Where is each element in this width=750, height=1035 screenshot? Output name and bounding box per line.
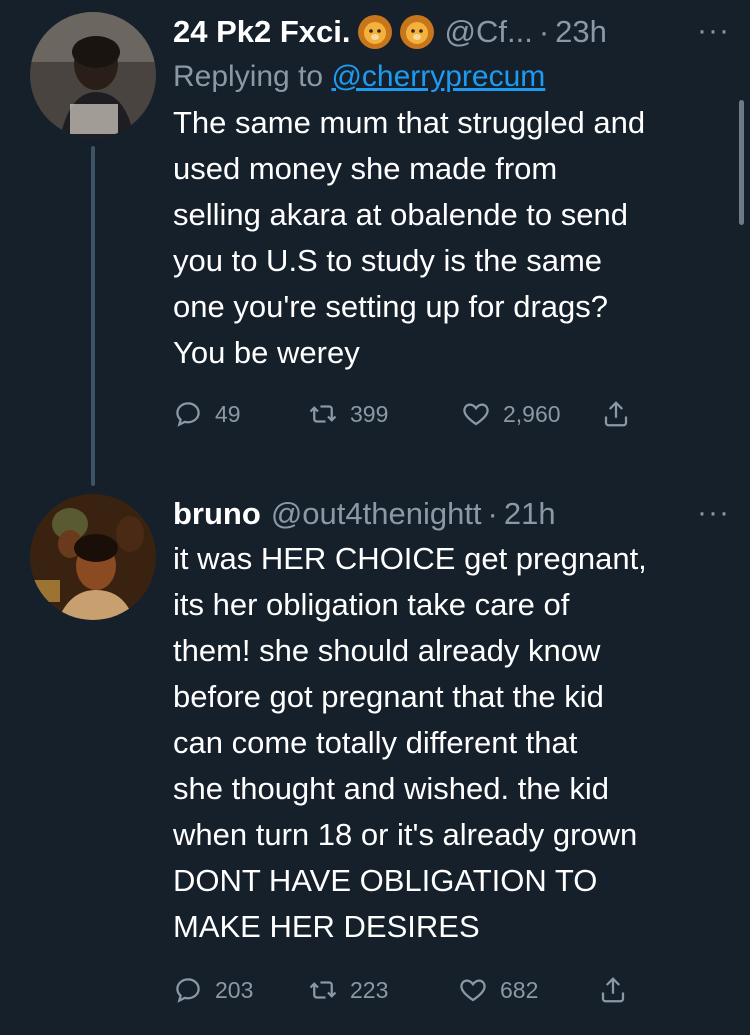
timestamp[interactable]: 23h [555, 14, 607, 50]
heart-icon [463, 403, 489, 426]
handle[interactable]: @out4thenightt [271, 496, 482, 532]
reply-icon [176, 402, 200, 427]
handle[interactable]: @Cf... [445, 14, 533, 50]
share-icon [601, 977, 625, 1003]
display-name[interactable]: 24 Pk2 Fxci. [173, 14, 351, 50]
retweet-icon [309, 405, 337, 423]
separator: · [487, 496, 498, 531]
reply-button[interactable]: 203 [173, 975, 308, 1005]
like-button[interactable]: 682 [458, 975, 598, 1005]
action-bar: 203 223 682 [173, 970, 733, 1010]
retweet-count: 399 [350, 400, 389, 427]
share-button[interactable] [601, 399, 643, 429]
reply-count: 49 [215, 400, 241, 427]
replying-prefix: Replying to [173, 60, 332, 93]
lion-emoji-icon [399, 15, 434, 49]
more-options-button[interactable]: ··· [697, 14, 730, 48]
lion-emoji-icon [357, 15, 392, 49]
retweet-button[interactable]: 223 [308, 975, 458, 1005]
retweet-count: 223 [350, 976, 389, 1003]
tweet-text: it was HER CHOICE get pregnant, its her … [173, 541, 647, 944]
like-count: 682 [500, 976, 539, 1003]
retweet-button[interactable]: 399 [308, 399, 461, 429]
share-button[interactable] [598, 975, 640, 1005]
separator: · [538, 14, 550, 49]
display-name[interactable]: bruno [173, 496, 261, 532]
retweet-icon [309, 981, 337, 999]
reply-count: 203 [215, 976, 254, 1003]
scrollbar[interactable] [739, 100, 744, 225]
avatar[interactable] [30, 12, 156, 138]
reply-icon [176, 978, 200, 1003]
action-bar: 49 399 2,960 [173, 394, 733, 434]
tweet-2[interactable]: bruno @out4thenightt · 21h it was HER CH… [0, 490, 750, 1035]
avatar[interactable] [30, 494, 156, 620]
like-count: 2,960 [503, 400, 561, 427]
heart-icon [460, 979, 486, 1002]
replying-to-link[interactable]: @cherryprecum [331, 60, 545, 93]
tweet-1[interactable]: 24 Pk2 Fxci. @Cf... · 23h Replying to @c… [0, 0, 750, 486]
share-icon [604, 401, 628, 427]
more-options-button[interactable]: ··· [697, 496, 730, 530]
tweet-text: The same mum that struggled and used mon… [173, 105, 646, 370]
like-button[interactable]: 2,960 [461, 399, 601, 429]
replying-to: Replying to @cherryprecum [173, 60, 733, 94]
reply-button[interactable]: 49 [173, 399, 308, 429]
timestamp[interactable]: 21h [504, 496, 556, 532]
thread-line [91, 146, 95, 486]
